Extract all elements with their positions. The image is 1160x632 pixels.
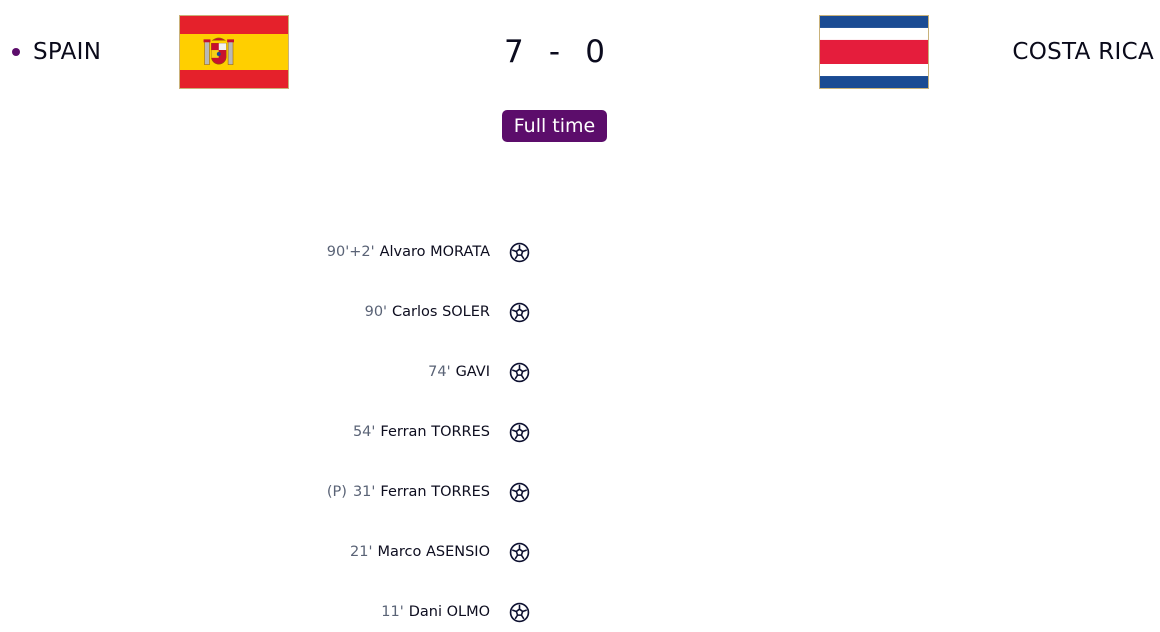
goal-minute: 54': [352, 424, 376, 440]
football-icon: [509, 482, 530, 503]
goal-row: 90' Carlos SOLER: [365, 292, 530, 332]
goal-scorer[interactable]: GAVI: [456, 364, 490, 380]
goal-minute: 90'+2': [326, 244, 375, 260]
goal-row: (P) 31' Ferran TORRES: [327, 472, 530, 512]
costa-rica-flag-icon: [819, 15, 929, 89]
away-team[interactable]: COSTA RICA: [1012, 36, 1154, 68]
football-icon: [509, 422, 530, 443]
goal-scorer[interactable]: Carlos SOLER: [392, 304, 490, 320]
away-team-name[interactable]: COSTA RICA: [1012, 39, 1154, 65]
live-dot-icon: [12, 48, 20, 56]
spain-flag-icon: [179, 15, 289, 89]
goal-minute: 21': [350, 544, 373, 560]
goal-scorer[interactable]: Ferran TORRES: [380, 484, 490, 500]
score-separator: -: [548, 34, 561, 70]
home-score: 7: [504, 34, 524, 70]
football-icon: [509, 302, 530, 323]
away-score: 0: [585, 34, 605, 70]
goal-minute: 74': [428, 364, 451, 380]
home-team-name[interactable]: SPAIN: [33, 39, 101, 65]
football-icon: [509, 542, 530, 563]
football-icon: [509, 602, 530, 623]
penalty-marker: (P): [326, 484, 347, 500]
goal-minute: 90': [364, 304, 388, 320]
goal-scorer[interactable]: Alvaro MORATA: [380, 244, 490, 260]
goal-row: 21' Marco ASENSIO: [350, 532, 530, 572]
goal-scorer[interactable]: Ferran TORRES: [380, 424, 490, 440]
scoreboard: 7 - 0: [480, 28, 630, 76]
match-header: SPAIN 7 - 0 COSTA RICA Full time: [0, 0, 1160, 142]
football-icon: [509, 362, 530, 383]
goal-row: 11' Dani OLMO: [381, 592, 530, 632]
football-icon: [509, 242, 530, 263]
goal-row: 90'+2' Alvaro MORATA: [327, 232, 530, 272]
goal-scorer[interactable]: Marco ASENSIO: [377, 544, 490, 560]
goal-minute: 31': [352, 484, 376, 500]
home-team[interactable]: SPAIN: [12, 36, 101, 68]
goal-minute: 11': [381, 604, 404, 620]
goal-row: 74' GAVI: [428, 352, 530, 392]
goal-row: 54' Ferran TORRES: [353, 412, 530, 452]
match-status-badge: Full time: [502, 110, 607, 142]
goal-scorer[interactable]: Dani OLMO: [409, 604, 490, 620]
